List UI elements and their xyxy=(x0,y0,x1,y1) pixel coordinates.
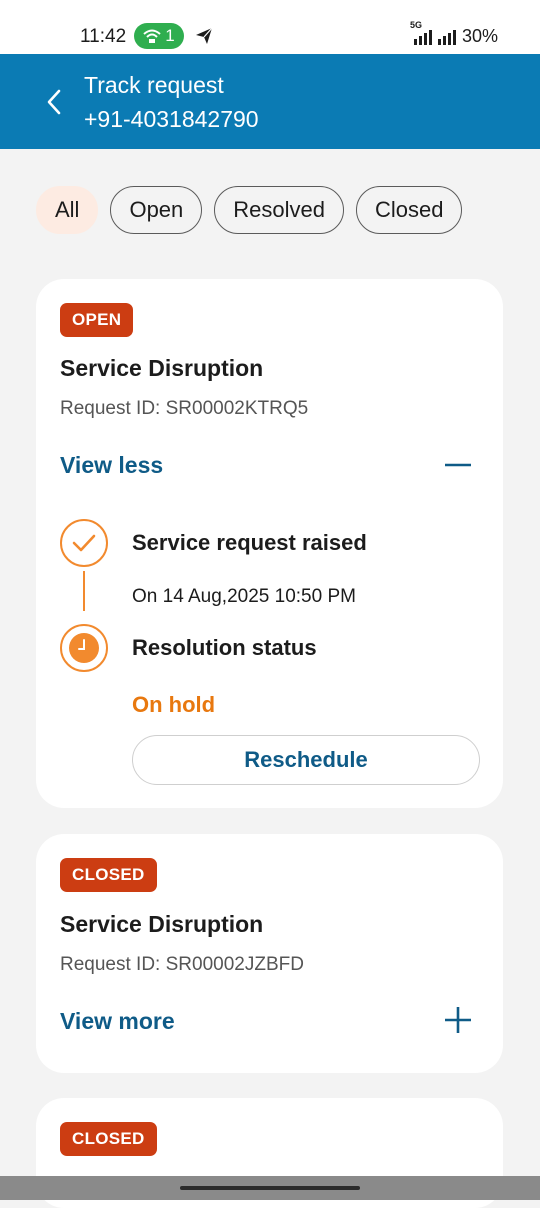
view-less-link[interactable]: View less xyxy=(60,452,163,479)
view-more-link[interactable]: View more xyxy=(60,1008,175,1035)
navigation-bar xyxy=(0,1176,540,1200)
signal-5g-icon: 5G xyxy=(410,20,432,45)
minus-icon[interactable] xyxy=(443,450,473,480)
filter-open[interactable]: Open xyxy=(110,186,203,234)
status-bar: 11:42 1 5G 30% xyxy=(0,0,540,54)
request-card: OPEN Service Disruption Request ID: SR00… xyxy=(36,279,503,808)
step-date: On 14 Aug,2025 10:50 PM xyxy=(132,586,356,607)
status-badge: CLOSED xyxy=(60,1122,157,1156)
back-arrow-icon xyxy=(47,89,61,115)
request-card: CLOSED Service Disruption Request ID: SR… xyxy=(36,834,503,1073)
signal-icon xyxy=(437,29,456,45)
request-title: Service Disruption xyxy=(60,355,264,381)
step-title-resolution: Resolution status xyxy=(132,635,317,660)
reschedule-button[interactable]: Reschedule xyxy=(132,735,480,785)
hotspot-pill: 1 xyxy=(134,23,184,49)
page-title: Track request xyxy=(84,72,224,98)
request-id: Request ID: SR00002KTRQ5 xyxy=(60,398,309,419)
home-handle[interactable] xyxy=(180,1186,360,1190)
request-id: Request ID: SR00002JZBFD xyxy=(60,954,304,975)
hotspot-icon xyxy=(143,29,161,43)
checkmark-icon xyxy=(72,534,96,552)
status-badge: CLOSED xyxy=(60,858,157,892)
clock-icon xyxy=(69,633,99,663)
plus-icon[interactable] xyxy=(443,1005,473,1035)
filter-closed[interactable]: Closed xyxy=(356,186,463,234)
status-time: 11:42 xyxy=(80,26,127,47)
filter-resolved[interactable]: Resolved xyxy=(214,186,344,234)
step-title-raised: Service request raised xyxy=(132,530,367,555)
hotspot-count: 1 xyxy=(165,26,175,45)
status-badge: OPEN xyxy=(60,303,134,337)
telegram-icon xyxy=(196,27,213,44)
timeline-connector xyxy=(83,571,85,611)
request-title: Service Disruption xyxy=(60,911,264,937)
status-right: 5G 30% xyxy=(410,20,498,47)
step-done-icon xyxy=(60,519,108,567)
step-pending-icon xyxy=(60,624,108,672)
filter-all[interactable]: All xyxy=(36,186,99,234)
phone-number: +91-4031842790 xyxy=(84,106,259,132)
filter-chips: All Open Resolved Closed xyxy=(36,186,463,234)
battery-level: 30% xyxy=(461,26,498,46)
back-button[interactable] xyxy=(38,86,70,118)
app-bar: Track request +91-4031842790 xyxy=(0,54,540,149)
resolution-status: On hold xyxy=(132,692,216,717)
